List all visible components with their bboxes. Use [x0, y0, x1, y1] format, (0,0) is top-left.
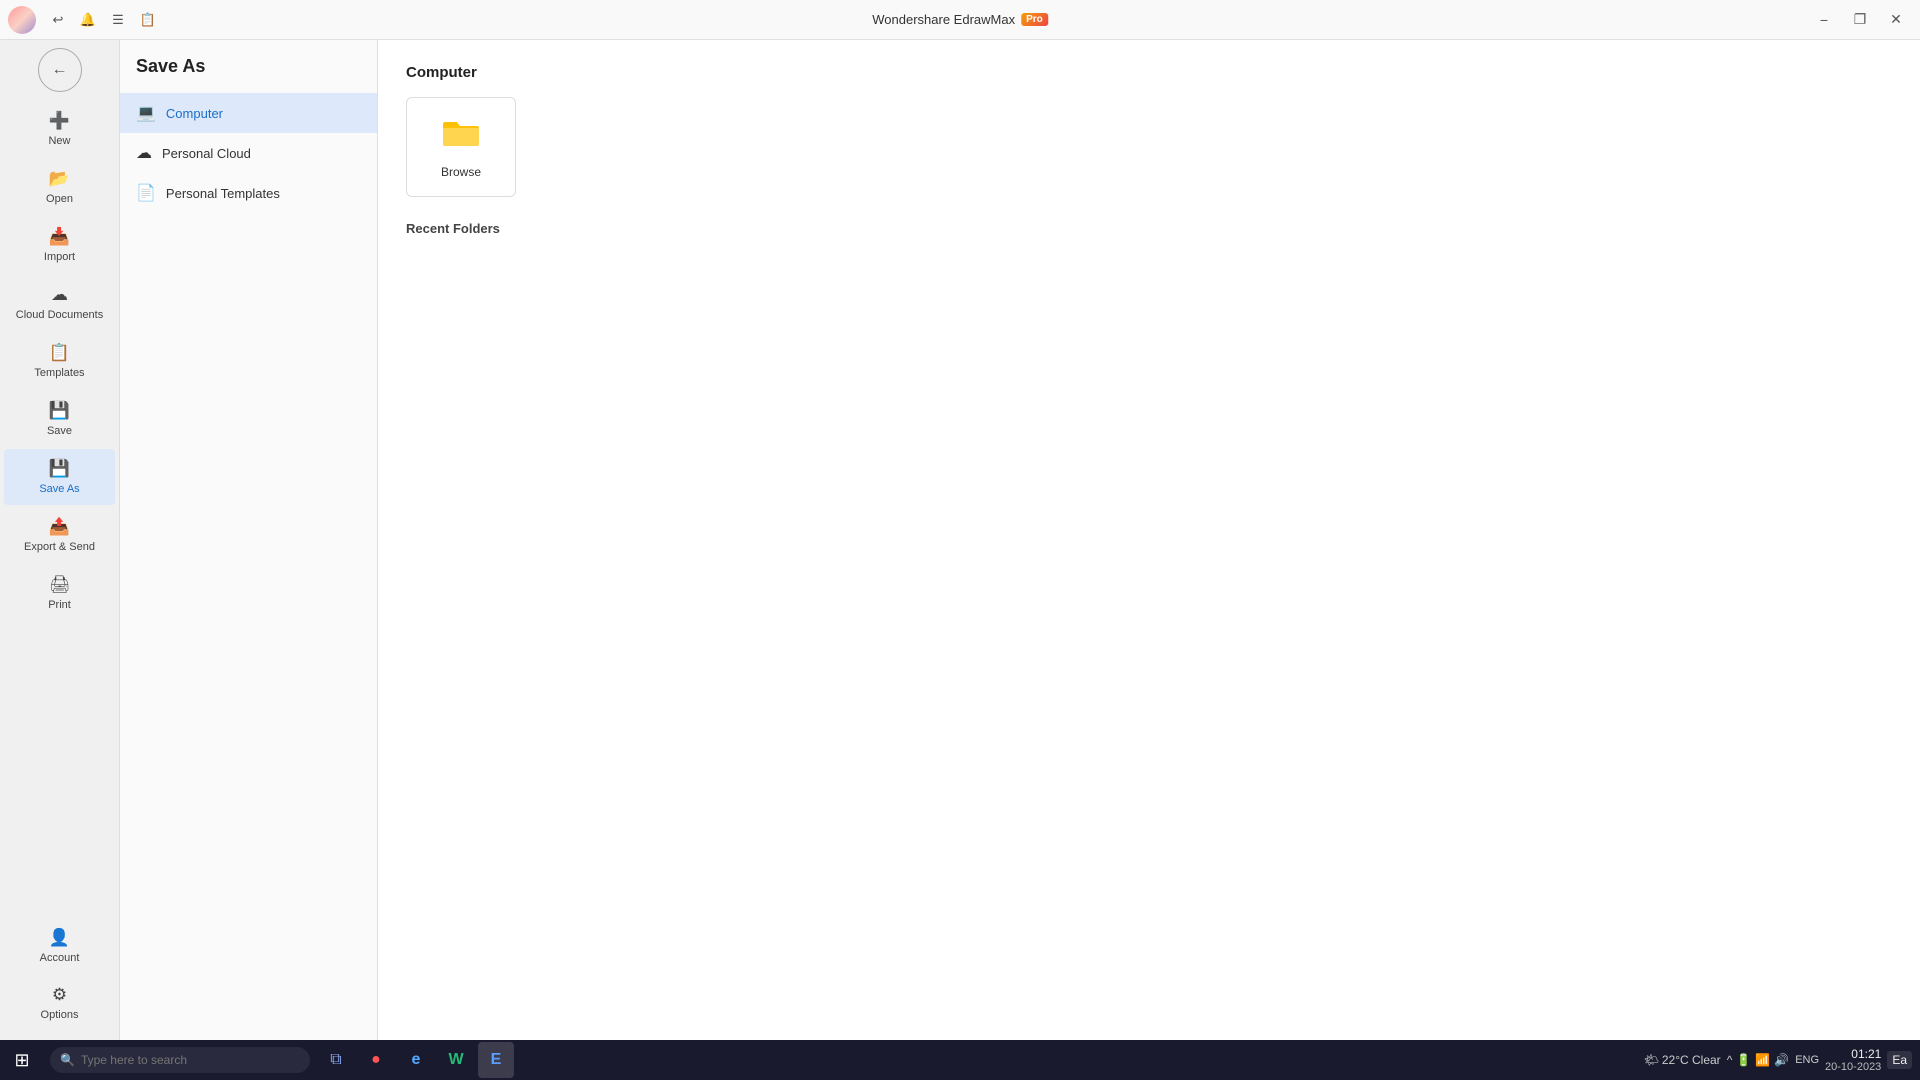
save-option-personal-templates-label: Personal Templates [166, 186, 280, 201]
open-icon: 📂 [49, 169, 70, 189]
sidebar-item-open[interactable]: 📂 Open [4, 159, 115, 215]
sidebar-label-templates: Templates [34, 367, 84, 379]
edge-button[interactable]: e [398, 1042, 434, 1078]
back-button[interactable]: ← [38, 48, 82, 92]
account-icon: 👤 [49, 928, 70, 948]
volume-icon[interactable]: 🔊 [1774, 1053, 1789, 1067]
sidebar: ← ➕ New 📂 Open 📥 Import ☁ Cloud Document… [0, 40, 120, 1040]
sidebar-item-export[interactable]: 📤 Export & Send [4, 507, 115, 563]
clock-time: 01:21 [1825, 1047, 1881, 1061]
export-icon: 📤 [49, 517, 70, 537]
battery-icon[interactable]: 🔋 [1736, 1053, 1751, 1067]
browse-card[interactable]: Browse [406, 97, 516, 197]
network-icon[interactable]: 📶 [1755, 1053, 1770, 1067]
sidebar-item-print[interactable]: 🖨 Print [4, 565, 115, 621]
sidebar-bottom: 👤 Account ⚙ Options [0, 917, 119, 1032]
sidebar-label-print: Print [48, 599, 71, 611]
saveas-icon: 💾 [49, 459, 70, 479]
sidebar-label-export: Export & Send [24, 541, 95, 553]
titlebar: ↩ 🔔 ☰ 📋 Wondershare EdrawMax Pro − ❐ ✕ [0, 0, 1920, 40]
browse-label: Browse [441, 165, 481, 179]
start-button[interactable]: ⊞ [0, 1040, 44, 1080]
weather-text: 22°C Clear [1662, 1053, 1721, 1067]
sys-tray-icons: ^ 🔋 📶 🔊 [1727, 1053, 1790, 1067]
save-as-panel: Save As 💻 Computer ☁ Personal Cloud 📄 Pe… [120, 40, 378, 1040]
minimize-button[interactable]: − [1808, 4, 1840, 36]
word-button[interactable]: W [438, 1042, 474, 1078]
close-button[interactable]: ✕ [1880, 4, 1912, 36]
main-content: Computer Browse Recent Folders [378, 40, 1920, 1040]
import-icon: 📥 [49, 227, 70, 247]
tray-chevron-icon[interactable]: ^ [1727, 1053, 1733, 1067]
titlebar-toolbar: ↩ 🔔 ☰ 📋 [8, 6, 162, 34]
ea-badge: Ea [1887, 1051, 1912, 1069]
taskbar-search-box[interactable]: 🔍 [50, 1047, 310, 1073]
save-icon: 💾 [49, 401, 70, 421]
folder-icon [441, 115, 481, 157]
search-icon: 🔍 [60, 1053, 75, 1067]
options-icon: ⚙ [52, 985, 67, 1005]
weather-display: 🌤 22°C Clear [1644, 1053, 1721, 1067]
sidebar-label-account: Account [40, 952, 80, 964]
cloud-icon: ☁ [51, 285, 68, 305]
personal-cloud-icon: ☁ [136, 143, 152, 163]
taskbar: ⊞ 🔍 ⧉ ● e W E 🌤 22°C Clear ^ 🔋 📶 🔊 ENG 0… [0, 1040, 1920, 1080]
save-as-title: Save As [120, 56, 377, 93]
sidebar-label-open: Open [46, 193, 73, 205]
bell-icon[interactable]: 🔔 [74, 6, 102, 34]
sidebar-label-cloud: Cloud Documents [16, 309, 103, 321]
section-title: Computer [406, 64, 1892, 81]
task-view-button[interactable]: ⧉ [318, 1042, 354, 1078]
recent-folders-title: Recent Folders [406, 221, 1892, 236]
app-title-area: Wondershare EdrawMax Pro [872, 12, 1048, 27]
edraw-button[interactable]: E [478, 1042, 514, 1078]
sidebar-item-options[interactable]: ⚙ Options [4, 975, 115, 1031]
clock-display: 01:21 20-10-2023 [1825, 1047, 1881, 1073]
restore-button[interactable]: ❐ [1844, 4, 1876, 36]
computer-icon: 💻 [136, 103, 156, 123]
personal-templates-icon: 📄 [136, 183, 156, 203]
window-controls: − ❐ ✕ [1808, 4, 1912, 36]
pro-badge: Pro [1021, 13, 1048, 26]
sidebar-item-templates[interactable]: 📋 Templates [4, 333, 115, 389]
app-body: ← ➕ New 📂 Open 📥 Import ☁ Cloud Document… [0, 40, 1920, 1040]
sidebar-label-saveas: Save As [39, 483, 79, 495]
taskbar-right: 🌤 22°C Clear ^ 🔋 📶 🔊 ENG 01:21 20-10-202… [1644, 1047, 1912, 1073]
sidebar-item-saveas[interactable]: 💾 Save As [4, 449, 115, 505]
menu-icon[interactable]: ☰ [104, 6, 132, 34]
undo-icon[interactable]: ↩ [44, 6, 72, 34]
sidebar-label-new: New [48, 135, 70, 147]
taskbar-apps: ⧉ ● e W E [318, 1042, 514, 1078]
language-indicator: ENG [1795, 1054, 1819, 1066]
app-title: Wondershare EdrawMax [872, 12, 1015, 27]
sidebar-label-import: Import [44, 251, 75, 263]
print-icon: 🖨 [49, 575, 71, 595]
sidebar-item-new[interactable]: ➕ New [4, 101, 115, 157]
clipboard-icon[interactable]: 📋 [134, 6, 162, 34]
sidebar-item-cloud[interactable]: ☁ Cloud Documents [4, 275, 115, 331]
sidebar-label-save: Save [47, 425, 72, 437]
new-icon: ➕ [49, 111, 70, 131]
sidebar-item-save[interactable]: 💾 Save [4, 391, 115, 447]
chrome-button[interactable]: ● [358, 1042, 394, 1078]
save-option-computer-label: Computer [166, 106, 223, 121]
templates-icon: 📋 [49, 343, 70, 363]
save-option-personal-cloud[interactable]: ☁ Personal Cloud [120, 133, 377, 173]
save-option-personal-templates[interactable]: 📄 Personal Templates [120, 173, 377, 213]
sidebar-label-options: Options [41, 1009, 79, 1021]
weather-icon: 🌤 [1644, 1053, 1659, 1067]
sidebar-item-account[interactable]: 👤 Account [4, 918, 115, 974]
sidebar-item-import[interactable]: 📥 Import [4, 217, 115, 273]
save-option-computer[interactable]: 💻 Computer [120, 93, 377, 133]
save-option-personal-cloud-label: Personal Cloud [162, 146, 251, 161]
avatar [8, 6, 36, 34]
clock-date: 20-10-2023 [1825, 1061, 1881, 1073]
search-input[interactable] [81, 1053, 281, 1067]
